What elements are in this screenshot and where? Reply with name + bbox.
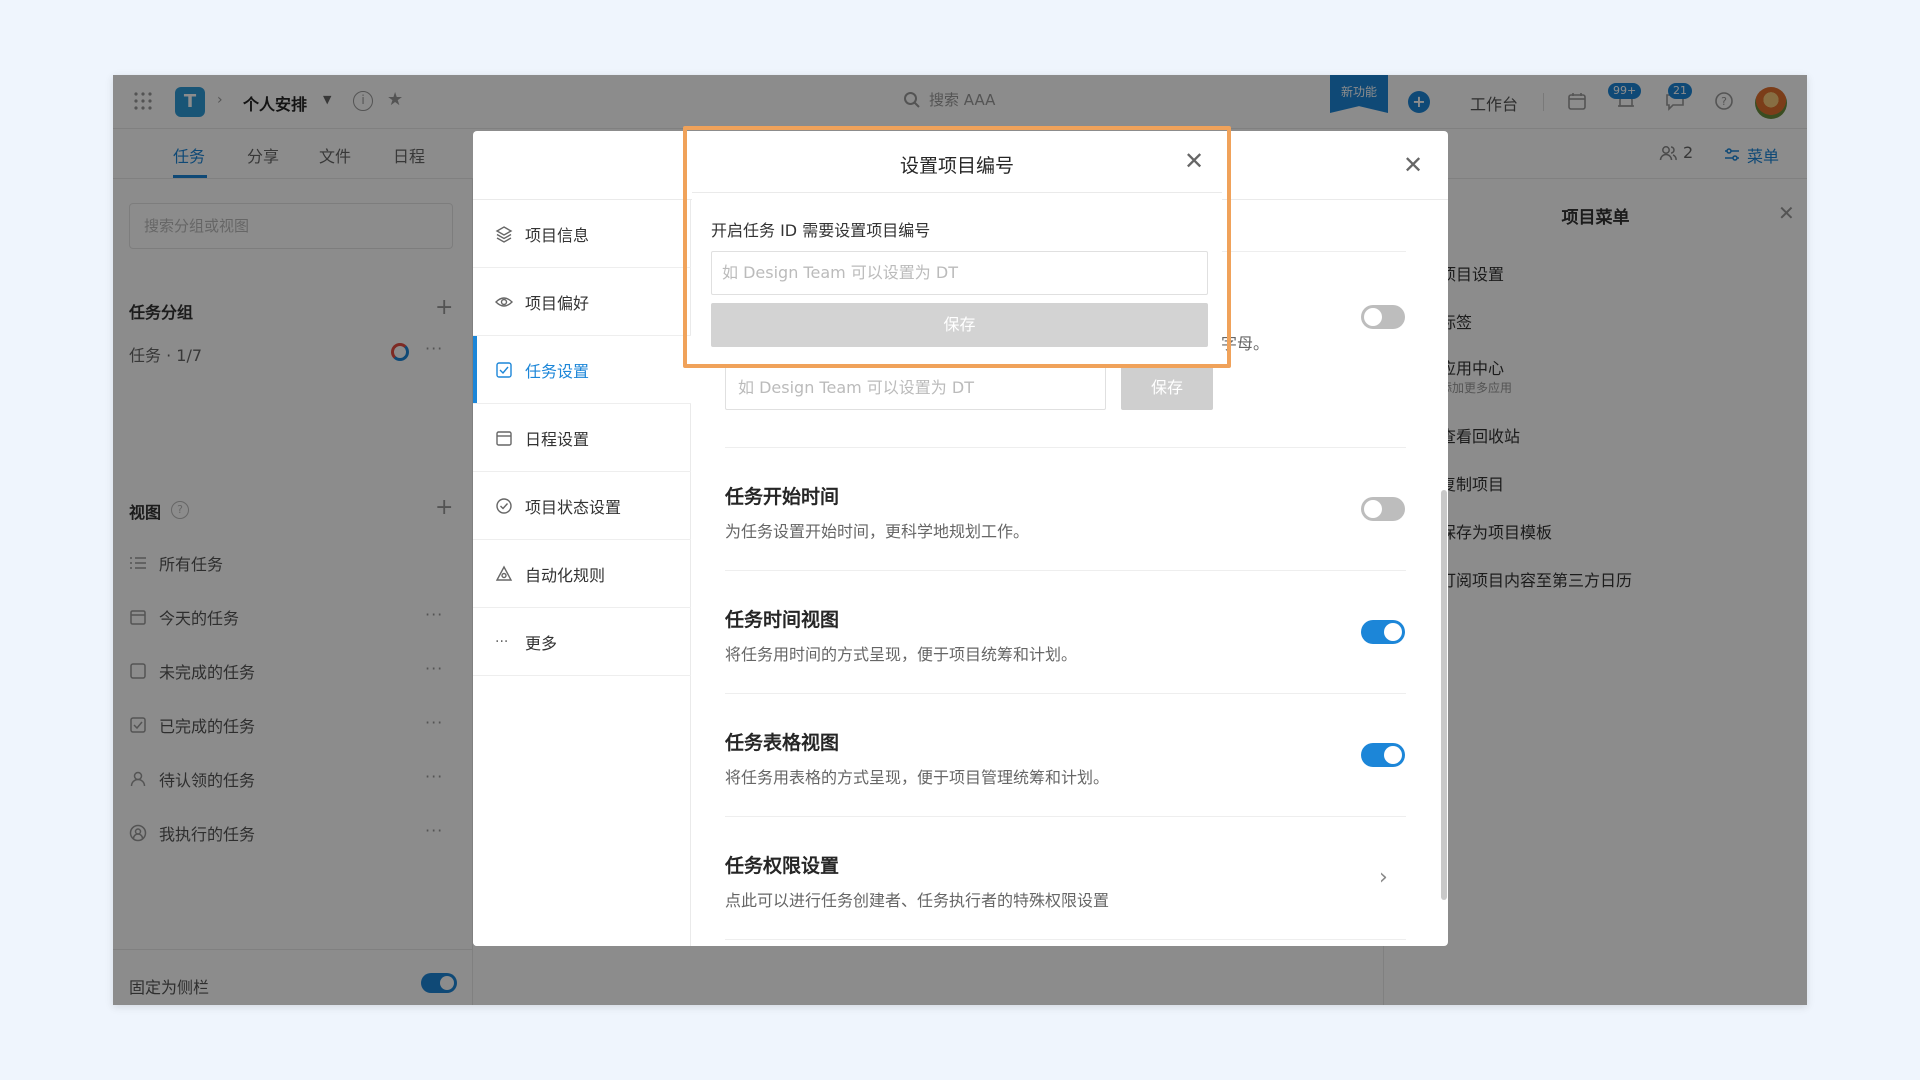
set-project-id-dialog: 设置项目编号 ✕ 开启任务 ID 需要设置项目编号 如 Design Team … bbox=[692, 135, 1222, 360]
dialog-label: 开启任务 ID 需要设置项目编号 bbox=[711, 221, 931, 240]
close-icon[interactable]: ✕ bbox=[1184, 149, 1204, 173]
app-window: T › 个人安排 ▼ i ★ 搜索 AAA 新功能 + 工作台 99+ 21 ?… bbox=[113, 75, 1807, 1005]
project-id-input[interactable]: 如 Design Team 可以设置为 DT bbox=[711, 251, 1208, 295]
dialog-title: 设置项目编号 bbox=[899, 155, 1014, 177]
save-button[interactable]: 保存 bbox=[711, 303, 1208, 347]
divider bbox=[692, 192, 1222, 193]
